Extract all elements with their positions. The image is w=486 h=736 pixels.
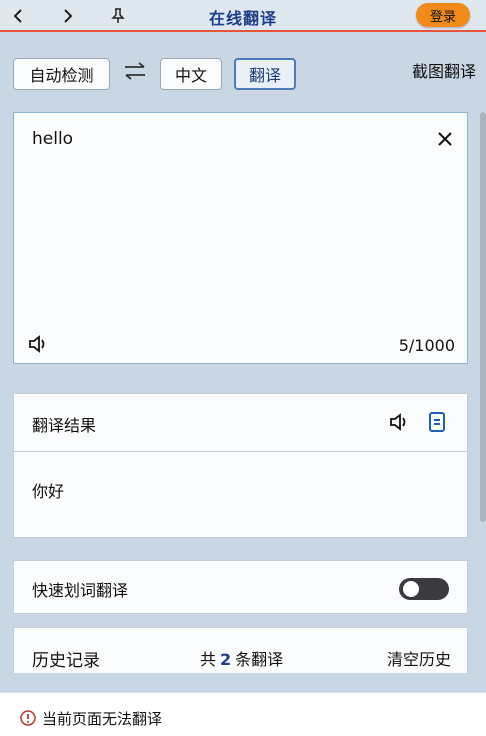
login-button[interactable]: 登录 xyxy=(416,3,470,27)
speaker-icon[interactable] xyxy=(389,412,411,432)
history-label: 历史记录 xyxy=(32,651,100,671)
warning-text: 当前页面无法翻译 xyxy=(42,710,163,728)
quick-translate-toggle[interactable] xyxy=(399,578,449,600)
input-text[interactable]: hello xyxy=(32,129,73,149)
history-card: 历史记录 共 2 条翻译 清空历史 xyxy=(13,627,468,673)
result-header: 翻译结果 xyxy=(14,394,467,452)
result-title: 翻译结果 xyxy=(32,416,97,435)
quick-translate-label: 快速划词翻译 xyxy=(32,581,129,600)
history-count-suffix: 条翻译 xyxy=(235,650,284,669)
warning-icon xyxy=(20,710,36,726)
input-card[interactable]: hello 5/1000 xyxy=(13,112,468,364)
translate-button[interactable]: 翻译 xyxy=(234,58,296,90)
quick-translate-card: 快速划词翻译 xyxy=(13,560,468,614)
status-footer: 当前页面无法翻译 xyxy=(0,692,486,736)
app-title: 在线翻译 xyxy=(208,9,277,28)
screenshot-translate-link[interactable]: 截图翻译 xyxy=(412,58,476,82)
history-count-number: 2 xyxy=(220,650,232,669)
close-icon[interactable] xyxy=(437,131,453,147)
scrollbar-thumb[interactable] xyxy=(480,112,486,522)
history-count: 共 2 条翻译 xyxy=(200,646,283,670)
language-row: 自动检测 中文 翻译 截图翻译 xyxy=(0,52,486,94)
copy-icon[interactable] xyxy=(427,411,447,433)
target-language-button[interactable]: 中文 xyxy=(160,58,222,90)
result-text: 你好 xyxy=(32,482,65,501)
swap-icon[interactable] xyxy=(122,60,148,82)
result-card: 翻译结果 你好 xyxy=(13,393,468,538)
toggle-knob xyxy=(403,581,419,597)
source-language-button[interactable]: 自动检测 xyxy=(13,58,110,90)
title-bar: 在线翻译 登录 xyxy=(0,0,486,32)
clear-history-button[interactable]: 清空历史 xyxy=(387,646,451,670)
speaker-icon[interactable] xyxy=(28,334,50,354)
character-counter: 5/1000 xyxy=(398,336,455,355)
history-count-prefix: 共 xyxy=(200,650,217,669)
